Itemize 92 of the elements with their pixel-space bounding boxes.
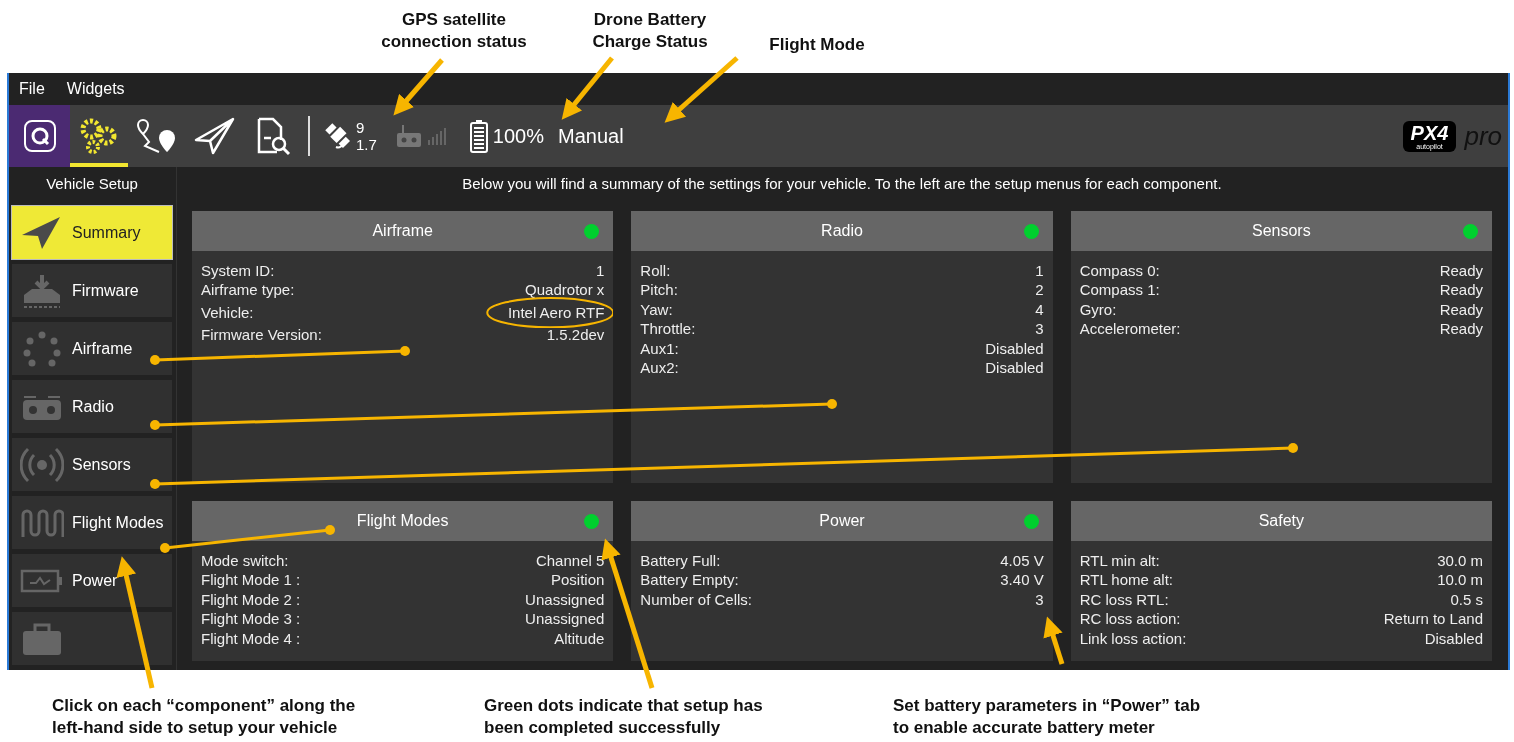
paper-plane-icon (193, 116, 237, 156)
setting-label: Firmware Version: (201, 325, 322, 345)
sidebar-heading: Vehicle Setup (45, 174, 139, 194)
setting-value: 1 (1035, 262, 1044, 279)
setting-value: Altitude (554, 629, 605, 647)
setting-value: 4 (1035, 300, 1044, 318)
setting-value: Quadrotor x (525, 281, 605, 299)
sidebar-item[interactable]: Sensors (12, 438, 172, 491)
setting-value: 3 (1035, 590, 1044, 608)
arrow (561, 56, 614, 120)
sidebar-item[interactable]: Power (12, 554, 172, 607)
hdop-value: 1.7 (356, 136, 377, 153)
sidebar-item[interactable]: Radio (12, 380, 172, 433)
sidebar-item[interactable]: Summary (12, 206, 172, 259)
sidebar-item[interactable]: Firmware (12, 264, 172, 317)
setting-value: Disabled (985, 339, 1044, 357)
setting-label: Battery Empty: (640, 570, 739, 590)
battery-icon (468, 119, 489, 153)
setting-label: Throttle: (640, 319, 696, 339)
setting-label: RC loss RTL: (1079, 589, 1169, 610)
toolbar-button[interactable] (9, 105, 70, 167)
setting-value: 2 (1035, 281, 1044, 299)
setting-label: Link loss action: (1079, 628, 1187, 649)
card-title: Safety (1258, 512, 1304, 530)
setting-value: 4.05 V (1000, 552, 1044, 569)
setting-label: Compass 1: (1079, 280, 1160, 300)
card-title: Radio (821, 222, 863, 240)
sidebar-item[interactable]: Airframe (12, 322, 172, 375)
setting-value: 1.5.2dev (546, 326, 605, 344)
setting-label: Battery Full: (640, 551, 721, 571)
callout-caption: Set battery parameters in “Power” tab to enable accurate battery meter (893, 695, 1201, 739)
rc-transmitter-icon (394, 123, 423, 149)
setting-label: Airframe type: (201, 280, 295, 300)
setting-label: Pitch: (640, 280, 678, 300)
setting-value: 10.0 m (1437, 571, 1483, 589)
satellite-count: 9 (356, 119, 366, 136)
setting-value: 30.0 m (1437, 552, 1483, 569)
setting-label: System ID: (201, 261, 275, 281)
callout-label: GPS satellite connection status (380, 9, 528, 53)
menu-item[interactable]: Widgets (66, 80, 125, 98)
setting-value: Ready (1439, 281, 1483, 299)
setting-value: Ready (1439, 262, 1483, 279)
callout-label: Flight Mode (768, 34, 866, 56)
setting-value: 0.5 s (1450, 590, 1483, 608)
broadcast-icon (20, 446, 64, 483)
setting-label: Gyro: (1079, 299, 1117, 320)
setting-label: Vehicle: (201, 302, 254, 323)
setting-value: Ready (1439, 300, 1483, 318)
card-title: Flight Modes (356, 512, 449, 530)
summary-text: Below you will find a summary of the settings for your vehicle. To the left are the setup menus for each component. (461, 174, 1223, 194)
callout-label: Drone Battery Charge Status (591, 9, 709, 53)
arrow (1043, 616, 1065, 665)
setting-value: Intel Aero RTF (507, 303, 605, 321)
card-title: Power (819, 512, 865, 530)
setting-label: Flight Mode 4 : (201, 628, 301, 649)
setting-value: 1 (596, 262, 605, 279)
callout-caption: Click on each “component” along the left-hand side to setup your vehicle (52, 695, 357, 739)
setting-label: Flight Mode 2 : (201, 589, 301, 610)
setting-label: Flight Mode 1 : (201, 570, 301, 590)
setting-value: Unassigned (525, 590, 605, 608)
sidebar-item[interactable] (12, 612, 172, 665)
setting-label: RTL min alt: (1079, 551, 1160, 571)
menu-item[interactable]: File (19, 80, 45, 98)
setting-value: Return to Land (1383, 610, 1483, 628)
card-title: Sensors (1251, 222, 1311, 240)
setting-value: 3.40 V (1000, 571, 1044, 589)
setting-value: 3 (1035, 320, 1044, 338)
setting-label: Aux2: (640, 358, 679, 378)
callout-caption: Green dots indicate that setup has been completed successfully (484, 695, 764, 739)
arrow (393, 58, 444, 116)
setting-label: Number of Cells: (640, 589, 753, 610)
setting-label: Roll: (640, 261, 671, 281)
sidebar-item[interactable]: Flight Modes (12, 496, 172, 549)
setting-value: Channel 5 (535, 552, 605, 569)
setting-value: Position (550, 571, 605, 589)
setting-value: Disabled (1424, 629, 1483, 647)
setting-label: Yaw: (640, 299, 673, 320)
setting-label: Mode switch: (201, 551, 289, 571)
setting-label: RTL home alt: (1079, 570, 1174, 590)
setting-value: Disabled (985, 359, 1044, 377)
setting-label: Aux1: (640, 338, 679, 359)
setting-value: Ready (1439, 320, 1483, 338)
battery-percentage: 100% (492, 124, 544, 148)
card-title: Airframe (372, 222, 433, 240)
setting-label: Compass 0: (1079, 261, 1160, 281)
signal-bars-icon (426, 127, 447, 145)
flight-mode[interactable]: Manual (558, 124, 624, 148)
setting-value: Unassigned (525, 610, 605, 628)
setting-label: RC loss action: (1079, 609, 1181, 629)
setting-label: Flight Mode 3 : (201, 609, 301, 629)
app-logo-icon (22, 119, 57, 153)
setting-label: Accelerometer: (1079, 319, 1181, 339)
